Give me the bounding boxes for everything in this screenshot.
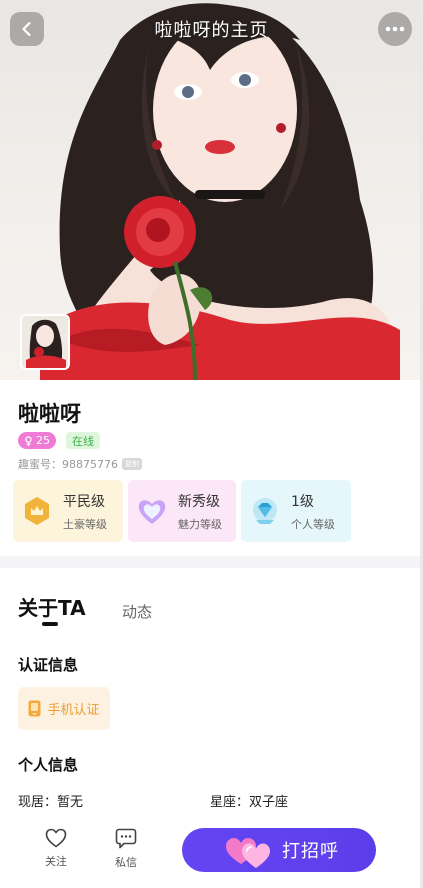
- message-button[interactable]: 私信: [106, 828, 146, 870]
- age-badge: 25: [18, 432, 56, 449]
- zodiac-info: 星座：双子座: [210, 795, 289, 810]
- charm-level-card[interactable]: 新秀级 魅力等级: [128, 480, 236, 542]
- personal-level-title: 1级: [291, 493, 314, 510]
- message-label: 私信: [115, 856, 137, 869]
- diamond-badge-icon: [249, 495, 281, 527]
- follow-label: 关注: [45, 855, 67, 868]
- follow-button[interactable]: 关注: [36, 828, 76, 869]
- phone-certification-chip: 手机认证: [18, 687, 110, 730]
- personal-level-card[interactable]: 1级 个人等级: [241, 480, 351, 542]
- bottom-action-bar: 关注 私信 打招呼: [0, 816, 423, 888]
- greet-label: 打招呼: [282, 841, 339, 862]
- tab-about[interactable]: 关于TA: [18, 592, 86, 621]
- age-value: 25: [36, 434, 50, 447]
- crown-icon: [21, 495, 53, 527]
- wealth-level-card[interactable]: 平民级 土豪等级: [13, 480, 123, 542]
- double-heart-icon: [226, 838, 270, 868]
- photo-thumbnail[interactable]: [20, 314, 70, 370]
- online-status-badge: 在线: [66, 432, 100, 449]
- active-tab-indicator: [42, 622, 58, 626]
- tab-dynamic[interactable]: 动态: [122, 601, 152, 622]
- level-cards: 平民级 土豪等级 新秀级 魅力等级 1级 个人等级: [13, 480, 353, 542]
- charm-level-title: 新秀级: [178, 493, 220, 510]
- section-divider: [0, 556, 423, 568]
- copy-id-button[interactable]: 复制: [122, 458, 142, 470]
- chat-bubble-icon: [115, 828, 137, 849]
- wealth-level-label: 土豪等级: [63, 517, 107, 531]
- greet-button[interactable]: 打招呼: [182, 828, 376, 872]
- heart-gem-icon: [136, 495, 168, 527]
- certification-title: 认证信息: [18, 656, 79, 674]
- personal-info-title: 个人信息: [18, 756, 79, 774]
- charm-level-label: 魅力等级: [178, 517, 222, 531]
- female-icon: [25, 435, 32, 446]
- more-button[interactable]: [378, 12, 412, 46]
- thumbnail-image: [22, 316, 68, 368]
- more-dots-icon: [385, 26, 405, 32]
- phone-certification-label: 手机认证: [47, 703, 100, 718]
- wealth-level-title: 平民级: [63, 493, 105, 510]
- profile-cover-photo: 啦啦呀的主页: [0, 0, 423, 380]
- phone-icon: [28, 700, 41, 717]
- heart-outline-icon: [45, 828, 67, 848]
- page-title: 啦啦呀的主页: [154, 20, 269, 41]
- user-name: 啦啦呀: [18, 402, 81, 426]
- residence-info: 现居：暂无: [18, 795, 84, 810]
- user-id-row: 趣蜜号：98875776 复制: [18, 456, 142, 472]
- personal-level-label: 个人等级: [291, 517, 335, 531]
- user-id-text: 趣蜜号：98875776: [18, 458, 118, 471]
